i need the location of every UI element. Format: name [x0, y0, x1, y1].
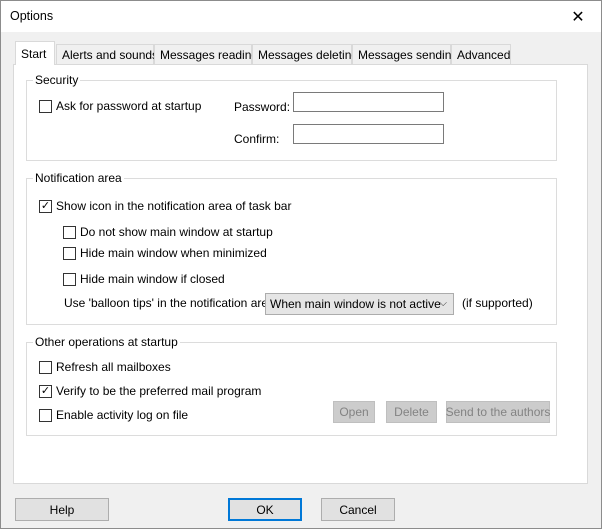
password-field[interactable] — [293, 92, 444, 112]
checkbox-box[interactable] — [39, 360, 52, 374]
checkbox-box[interactable]: ✓ — [39, 199, 52, 213]
tab-messages-deleting[interactable]: Messages deleting — [252, 44, 358, 64]
balloon-tips-value: When main window is not active — [270, 297, 441, 311]
if-supported-note: (if supported) — [462, 296, 533, 310]
show-icon-checkbox[interactable]: ✓ Show icon in the notification area of … — [39, 199, 291, 213]
tab-messages-reading[interactable]: Messages reading — [154, 44, 258, 64]
checkbox-box[interactable] — [39, 99, 52, 113]
send-to-authors-button[interactable]: Send to the authors — [446, 401, 550, 423]
delete-log-button[interactable]: Delete — [386, 401, 437, 423]
hide-minimized-label: Hide main window when minimized — [80, 246, 267, 260]
hide-minimized-checkbox[interactable]: Hide main window when minimized — [63, 246, 267, 260]
security-group: Security Ask for password at startup Pas… — [26, 73, 557, 161]
open-log-button[interactable]: Open — [333, 401, 375, 423]
tab-alerts-and-sounds[interactable]: Alerts and sounds — [56, 44, 158, 64]
show-icon-label: Show icon in the notification area of ta… — [56, 199, 292, 213]
activity-log-label: Enable activity log on file — [56, 408, 189, 422]
balloon-tips-label: Use 'balloon tips' in the notification a… — [64, 296, 275, 310]
checkbox-box[interactable] — [63, 246, 76, 260]
activity-log-checkbox[interactable]: Enable activity log on file — [39, 408, 188, 422]
ok-button[interactable]: OK — [228, 498, 302, 521]
window-title: Options — [10, 9, 54, 23]
notification-group: Notification area ✓ Show icon in the not… — [26, 171, 557, 325]
balloon-tips-select[interactable]: When main window is not active ⌵ — [265, 293, 454, 315]
ask-password-checkbox[interactable]: Ask for password at startup — [39, 99, 201, 113]
checkbox-box[interactable]: ✓ — [39, 384, 52, 398]
refresh-mailboxes-label: Refresh all mailboxes — [56, 360, 171, 374]
startup-legend: Other operations at startup — [33, 335, 180, 349]
no-show-main-label: Do not show main window at startup — [80, 225, 273, 239]
notification-legend: Notification area — [33, 171, 124, 185]
hide-closed-label: Hide main window if closed — [80, 272, 225, 286]
title-bar: Options ✕ — [1, 1, 601, 32]
verify-preferred-checkbox[interactable]: ✓ Verify to be the preferred mail progra… — [39, 384, 261, 398]
checkbox-box[interactable] — [39, 408, 52, 422]
tab-panel-start: Security Ask for password at startup Pas… — [13, 64, 588, 484]
confirm-label: Confirm: — [234, 132, 280, 146]
confirm-field[interactable] — [293, 124, 444, 144]
help-button[interactable]: Help — [15, 498, 109, 521]
tab-start[interactable]: Start — [15, 41, 55, 65]
tab-messages-sending[interactable]: Messages sending — [352, 44, 458, 64]
close-icon[interactable]: ✕ — [555, 1, 601, 32]
password-label: Password: — [234, 100, 291, 114]
security-legend: Security — [33, 73, 81, 87]
hide-closed-checkbox[interactable]: Hide main window if closed — [63, 272, 225, 286]
startup-group: Other operations at startup Refresh all … — [26, 335, 557, 436]
verify-preferred-label: Verify to be the preferred mail program — [56, 384, 262, 398]
cancel-button[interactable]: Cancel — [321, 498, 395, 521]
no-show-main-checkbox[interactable]: Do not show main window at startup — [63, 225, 273, 239]
checkbox-box[interactable] — [63, 272, 76, 286]
tab-advanced[interactable]: Advanced — [451, 44, 511, 64]
checkbox-box[interactable] — [63, 225, 76, 239]
refresh-mailboxes-checkbox[interactable]: Refresh all mailboxes — [39, 360, 171, 374]
options-dialog: Options ✕ Start Alerts and sounds Messag… — [0, 0, 602, 529]
ask-password-label: Ask for password at startup — [56, 99, 202, 113]
chevron-down-icon: ⌵ — [439, 298, 447, 309]
